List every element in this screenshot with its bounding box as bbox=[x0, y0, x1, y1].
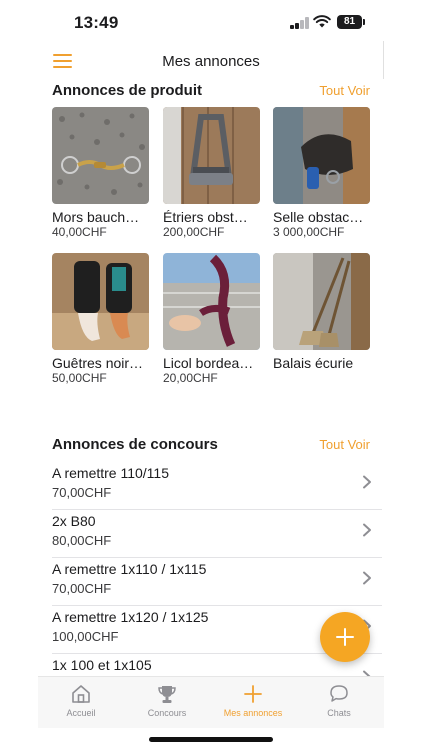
battery-icon: 81 bbox=[337, 15, 362, 29]
cellular-signal-icon bbox=[290, 17, 310, 29]
trophy-icon bbox=[158, 686, 176, 703]
product-name: Balais écurie bbox=[273, 355, 354, 371]
status-time: 13:49 bbox=[74, 13, 119, 32]
product-image-halter bbox=[163, 253, 260, 350]
add-listing-button[interactable] bbox=[320, 612, 370, 662]
contest-title: A remettre 110/115 bbox=[52, 465, 169, 481]
home-icon bbox=[72, 685, 90, 703]
contest-title: A remettre 1x110 / 1x115 bbox=[52, 561, 207, 577]
status-bar: 13:49 81 bbox=[0, 0, 422, 46]
product-name: Guêtres noir… bbox=[52, 355, 144, 371]
product-card[interactable]: Guêtres noir… 50,00CHF bbox=[52, 253, 149, 385]
product-card[interactable]: Selle obstac… 3 000,00CHF bbox=[273, 107, 370, 239]
product-image-brooms bbox=[273, 253, 370, 350]
home-indicator bbox=[149, 737, 273, 742]
tab-home[interactable]: Accueil bbox=[38, 677, 124, 729]
chevron-right-icon bbox=[363, 475, 371, 489]
wifi-icon bbox=[313, 15, 331, 28]
contest-price: 70,00CHF bbox=[52, 581, 112, 596]
contest-section-title: Annonces de concours bbox=[52, 436, 218, 453]
product-section-header: Annonces de produit Tout Voir bbox=[52, 82, 370, 102]
contest-list-item[interactable]: A remettre 1x110 / 1x115 70,00CHF bbox=[52, 558, 382, 606]
tab-contests[interactable]: Concours bbox=[124, 677, 210, 729]
nav-bar: Mes annonces bbox=[0, 46, 422, 78]
tab-label: Concours bbox=[147, 708, 187, 718]
page-title: Mes annonces bbox=[162, 53, 260, 70]
contest-title: 1x 100 et 1x105 bbox=[52, 657, 152, 673]
chat-bubble-icon bbox=[330, 685, 348, 702]
tab-label: Accueil bbox=[66, 708, 96, 718]
product-price: 3 000,00CHF bbox=[273, 225, 345, 239]
tab-label: Mes annonces bbox=[223, 708, 283, 718]
tab-chats[interactable]: Chats bbox=[296, 677, 382, 729]
product-image-bit bbox=[52, 107, 149, 204]
product-image-stirrups bbox=[163, 107, 260, 204]
chevron-right-icon bbox=[363, 523, 371, 537]
product-section-title: Annonces de produit bbox=[52, 82, 202, 99]
chevron-right-icon bbox=[363, 571, 371, 585]
product-price: 200,00CHF bbox=[163, 225, 225, 239]
product-price: 40,00CHF bbox=[52, 225, 107, 239]
product-name: Selle obstac… bbox=[273, 209, 364, 225]
product-card[interactable]: Balais écurie bbox=[273, 253, 370, 371]
contest-title: A remettre 1x120 / 1x125 bbox=[52, 609, 209, 625]
contest-price: 80,00CHF bbox=[52, 533, 112, 548]
product-card[interactable]: Étriers obst… 200,00CHF bbox=[163, 107, 260, 239]
contest-price: 100,00CHF bbox=[52, 629, 119, 644]
plus-icon bbox=[336, 628, 354, 646]
tab-label: Chats bbox=[327, 708, 351, 718]
tab-my-listings[interactable]: Mes annonces bbox=[210, 677, 296, 729]
contest-price: 70,00CHF bbox=[52, 485, 112, 500]
product-image-saddle bbox=[273, 107, 370, 204]
product-card[interactable]: Licol bordea… 20,00CHF bbox=[163, 253, 260, 385]
tab-bar: Accueil Concours Mes annonces Chats bbox=[38, 676, 384, 728]
contest-section-header: Annonces de concours Tout Voir bbox=[52, 436, 370, 456]
contest-list-item[interactable]: A remettre 110/115 70,00CHF bbox=[52, 462, 382, 510]
product-name: Étriers obst… bbox=[163, 209, 248, 225]
product-name: Licol bordea… bbox=[163, 355, 254, 371]
product-price: 50,00CHF bbox=[52, 371, 107, 385]
product-name: Mors bauch… bbox=[52, 209, 140, 225]
contest-list-item[interactable]: 2x B80 80,00CHF bbox=[52, 510, 382, 558]
battery-cap bbox=[363, 19, 365, 25]
contest-title: 2x B80 bbox=[52, 513, 96, 529]
contest-see-all-link[interactable]: Tout Voir bbox=[319, 437, 370, 452]
plus-icon bbox=[244, 685, 262, 703]
product-image-boots bbox=[52, 253, 149, 350]
product-card[interactable]: Mors bauch… 40,00CHF bbox=[52, 107, 149, 239]
product-see-all-link[interactable]: Tout Voir bbox=[319, 83, 370, 98]
divider bbox=[383, 41, 384, 79]
product-price: 20,00CHF bbox=[163, 371, 218, 385]
